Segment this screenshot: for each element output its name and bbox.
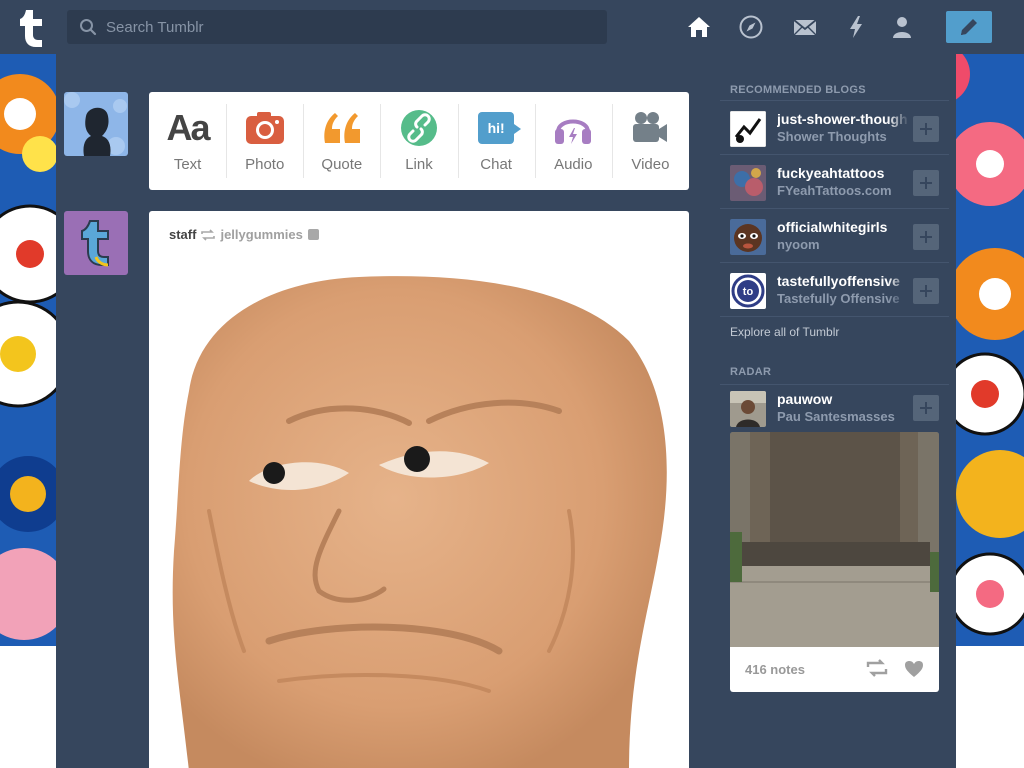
blog-name: fuckyeahtattoos bbox=[777, 165, 885, 181]
account-person-icon[interactable] bbox=[889, 14, 915, 40]
svg-text:to: to bbox=[743, 286, 754, 298]
reblogged-from-name[interactable]: jellygummies bbox=[220, 227, 302, 242]
post-type-label: Quote bbox=[321, 156, 363, 173]
inbox-envelope-icon[interactable] bbox=[792, 14, 818, 40]
post-photo-image[interactable] bbox=[149, 211, 689, 768]
video-camera-icon bbox=[633, 112, 668, 142]
activity-lightning-icon[interactable] bbox=[843, 14, 869, 40]
tumblr-t-icon bbox=[20, 10, 42, 47]
photo-camera-icon bbox=[245, 112, 284, 144]
blog-avatar bbox=[730, 111, 766, 147]
post-type-label: Chat bbox=[480, 156, 512, 173]
notes-count[interactable]: 416 notes bbox=[745, 662, 805, 677]
post-type-label: Video bbox=[631, 156, 670, 173]
search-bar[interactable] bbox=[67, 10, 607, 44]
compose-pencil-icon bbox=[961, 19, 977, 35]
follow-blog-button[interactable] bbox=[913, 224, 939, 250]
tattoos-avatar-icon bbox=[730, 165, 766, 201]
post-type-chat[interactable]: hi! Chat bbox=[457, 92, 535, 190]
quote-icon bbox=[324, 113, 360, 143]
staff-blog-avatar[interactable] bbox=[64, 211, 128, 275]
search-icon bbox=[80, 19, 97, 36]
post-type-audio[interactable]: Audio bbox=[534, 92, 612, 190]
post-type-label: Audio bbox=[554, 156, 593, 173]
recommended-blog-item[interactable]: to tastefullyoffensive Tastefully Offens… bbox=[720, 262, 949, 316]
post-type-selector: Aa Text Photo Quote Link hi! Chat Audio … bbox=[149, 92, 689, 190]
explore-all-link[interactable]: Explore all of Tumblr bbox=[720, 316, 949, 352]
post-type-photo[interactable]: Photo bbox=[226, 92, 303, 190]
default-avatar-silhouette-icon bbox=[64, 92, 128, 156]
chat-bubble-icon: hi! bbox=[478, 112, 522, 144]
recommended-blog-item[interactable]: officialwhitegirls nyoom bbox=[720, 208, 949, 262]
post-type-quote[interactable]: Quote bbox=[303, 92, 380, 190]
recommended-blogs-title: RECOMMENDED BLOGS bbox=[730, 84, 866, 96]
follow-blog-button[interactable] bbox=[913, 278, 939, 304]
tastefullyoffensive-avatar-icon: to bbox=[730, 273, 766, 309]
follow-blog-button[interactable] bbox=[913, 116, 939, 142]
blog-subtitle: Pau Santesmasses bbox=[777, 409, 895, 424]
right-sidebar: RECOMMENDED BLOGS just-shower-thoughts S… bbox=[720, 84, 949, 692]
post-type-video[interactable]: Video bbox=[611, 92, 689, 190]
audio-headphones-icon bbox=[555, 119, 592, 144]
blog-avatar bbox=[730, 219, 766, 255]
follow-blog-button[interactable] bbox=[913, 170, 939, 196]
post-type-text[interactable]: Aa Text bbox=[149, 92, 226, 190]
post-author-name[interactable]: staff bbox=[169, 227, 196, 242]
post-header-row: staff jellygummies bbox=[169, 227, 319, 242]
search-input[interactable] bbox=[106, 18, 586, 36]
post-header-backdrop: staff jellygummies bbox=[169, 225, 323, 244]
radar-post-image[interactable] bbox=[730, 432, 939, 647]
follow-plus-icon[interactable] bbox=[307, 229, 319, 240]
like-heart-icon[interactable] bbox=[904, 660, 924, 678]
shower-thoughts-avatar-icon bbox=[730, 111, 766, 147]
tumblr-logo[interactable] bbox=[14, 6, 52, 48]
blog-avatar bbox=[730, 165, 766, 201]
staff-tumblr-logo-icon bbox=[64, 211, 128, 275]
dashboard-post: staff jellygummies staff bbox=[149, 211, 689, 768]
explore-compass-icon[interactable] bbox=[738, 14, 764, 40]
post-type-label: Photo bbox=[245, 156, 285, 173]
compose-button[interactable] bbox=[946, 11, 992, 43]
post-type-link[interactable]: Link bbox=[380, 92, 457, 190]
radar-title: RADAR bbox=[730, 366, 772, 378]
blog-name: pauwow bbox=[777, 391, 833, 407]
recommended-blog-item[interactable]: just-shower-thoughts Shower Thoughts bbox=[720, 100, 949, 154]
user-avatar[interactable] bbox=[64, 92, 128, 156]
post-type-label: Text bbox=[173, 156, 202, 173]
reblog-arrows-icon bbox=[201, 228, 216, 241]
blog-subtitle: FYeahTattoos.com bbox=[777, 183, 892, 198]
blog-subtitle: nyoom bbox=[777, 237, 820, 252]
home-icon[interactable] bbox=[686, 14, 712, 40]
radar-post-card: 416 notes bbox=[730, 432, 939, 692]
top-navigation-bar bbox=[0, 0, 1024, 54]
blog-avatar bbox=[730, 391, 766, 427]
reblog-icon[interactable] bbox=[866, 659, 888, 677]
blog-name: officialwhitegirls bbox=[777, 219, 888, 235]
post-type-label: Link bbox=[405, 156, 433, 173]
blog-avatar: to bbox=[730, 273, 766, 309]
text-aa-icon: Aa bbox=[166, 107, 211, 148]
follow-blog-button[interactable] bbox=[913, 395, 939, 421]
link-icon bbox=[400, 110, 437, 146]
recommended-blog-item[interactable]: fuckyeahtattoos FYeahTattoos.com bbox=[720, 154, 949, 208]
officialwhitegirls-avatar-icon bbox=[730, 219, 766, 255]
radar-blog-item[interactable]: pauwow Pau Santesmasses bbox=[720, 384, 949, 432]
pauwow-avatar-icon bbox=[730, 391, 766, 427]
radar-section: RADAR pauwow Pau Santesmasses 416 notes bbox=[720, 366, 949, 692]
